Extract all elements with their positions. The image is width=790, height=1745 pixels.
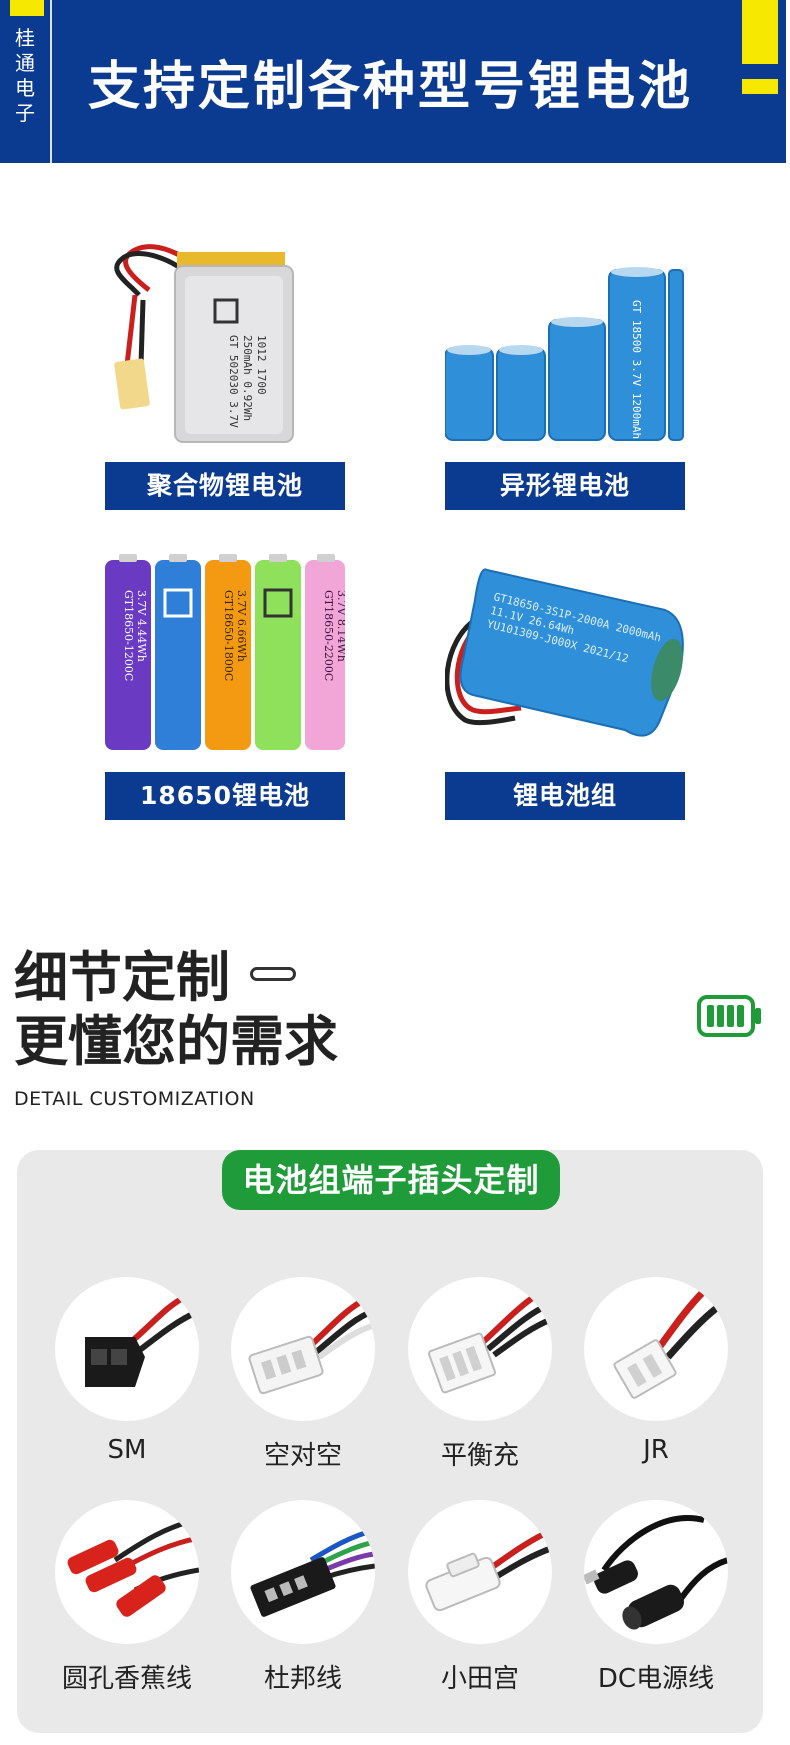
detail-title-line2: 更懂您的需求 (14, 1010, 338, 1073)
banner-accent-stripe (742, 79, 778, 94)
connector-panel-heading: 电池组端子插头定制 (222, 1150, 560, 1210)
connector-label: DC电源线 (597, 1664, 715, 1694)
product-label: 聚合物锂电池 (105, 462, 345, 510)
jr-connector-icon (613, 1288, 721, 1399)
decorative-pill (250, 967, 296, 981)
brand-name: 桂 通 电 子 (14, 26, 36, 126)
product-label: 异形锂电池 (445, 462, 685, 510)
connector-label: 杜邦线 (263, 1664, 342, 1694)
brand-char: 桂 (15, 26, 35, 50)
banner-accent-block (742, 0, 778, 64)
connector-label: 小田宫 (440, 1664, 519, 1694)
detail-subtitle: DETAIL CUSTOMIZATION (14, 1088, 255, 1110)
detail-title-line1: 细节定制 (14, 946, 230, 1009)
header-banner: 桂 通 电 子 支持定制各种型号锂电池 (0, 0, 790, 163)
banner-divider (50, 0, 52, 163)
brand-accent-bar (10, 0, 44, 16)
polymer-battery-image: GT 502030 3.7V 250mAh 0.92Wh 1012 1700 (114, 244, 294, 443)
sm-connector-icon (85, 1294, 197, 1387)
brand-tag: 桂 通 电 子 (0, 0, 46, 163)
air-to-air-connector-icon (248, 1296, 375, 1395)
product-label: 锂电池组 (445, 772, 685, 820)
dupont-wire-icon (250, 1527, 375, 1617)
cell-print: GT 18500 3.7V 1200mAh 4.44Wh (630, 300, 643, 450)
18650-battery-image: GT18650-1200C 3.7V 4.44Wh GT18650-1800C … (105, 554, 345, 750)
banner-title: 支持定制各种型号锂电池 (88, 57, 694, 117)
brand-char: 通 (15, 51, 35, 75)
connector-label: JR (643, 1435, 669, 1465)
product-label: 18650锂电池 (105, 772, 345, 820)
connector-label: 空对空 (263, 1441, 342, 1471)
balance-charge-connector-icon (428, 1290, 552, 1394)
brand-char: 子 (15, 101, 35, 125)
battery-icon (697, 995, 761, 1037)
dc-power-cable-icon (584, 1515, 728, 1630)
brand-char: 电 (15, 76, 35, 100)
battery-pack-image: GT18650-3S1P-2000A 2000mAh 11.1V 26.64Wh… (445, 568, 684, 737)
connector-label: 平衡充 (440, 1441, 519, 1471)
connector-label: 圆孔香蕉线 (61, 1664, 192, 1694)
banner-edge-line (786, 0, 790, 163)
connector-label: SM (107, 1435, 147, 1465)
special-shape-battery-image: GT 18500 3.7V 1200mAh 4.44Wh (445, 267, 684, 450)
tamiya-connector-icon (425, 1531, 552, 1612)
banana-plug-icon (67, 1517, 199, 1617)
